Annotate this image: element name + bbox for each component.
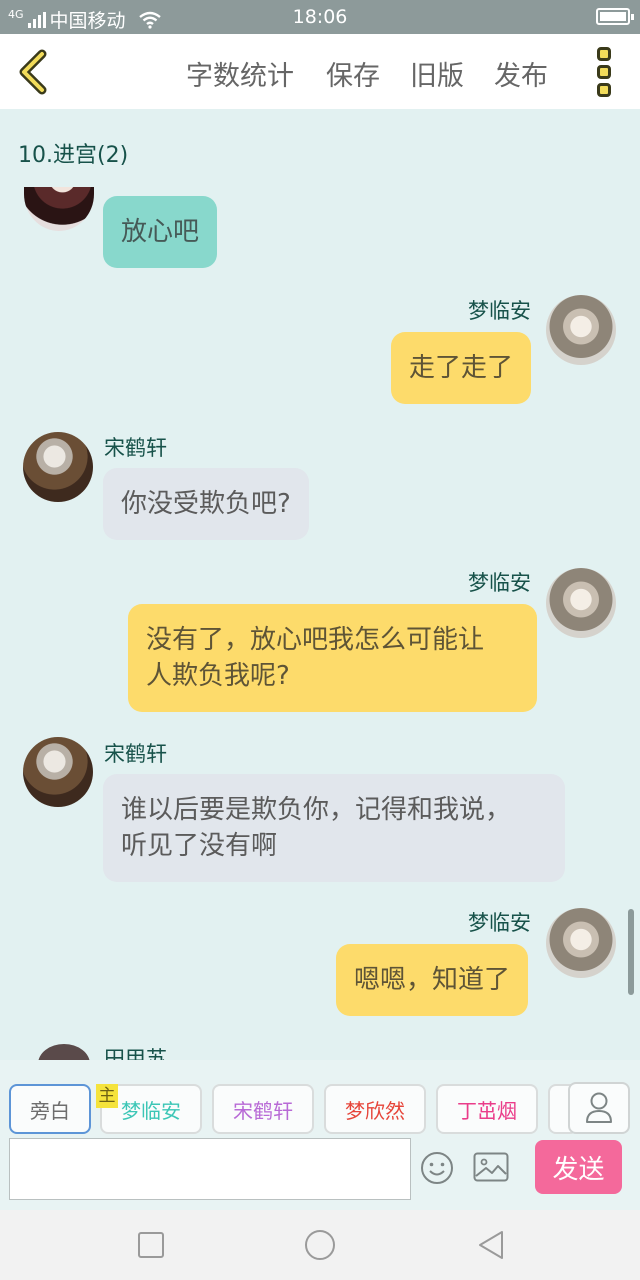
back-icon[interactable]	[474, 1228, 508, 1262]
status-time: 18:06	[292, 6, 348, 28]
avatar[interactable]	[546, 908, 616, 978]
role-chip-mengxinran[interactable]: 梦欣然	[324, 1084, 426, 1134]
message-line: 人欺负我呢?	[146, 661, 290, 691]
publish-button[interactable]: 发布	[494, 54, 548, 93]
save-button[interactable]: 保存	[326, 54, 380, 93]
avatar[interactable]	[546, 568, 616, 638]
sender-name: 梦临安	[468, 911, 531, 935]
manage-roles-button[interactable]	[568, 1082, 630, 1134]
image-icon[interactable]	[473, 1152, 509, 1182]
message-bubble[interactable]: 嗯嗯，知道了	[336, 944, 529, 1016]
system-nav-bar	[0, 1210, 640, 1280]
recent-apps-icon[interactable]	[134, 1228, 168, 1262]
battery-icon	[596, 8, 634, 25]
sender-name: 梦临安	[468, 571, 531, 595]
avatar[interactable]	[23, 432, 93, 502]
avatar[interactable]	[546, 295, 616, 365]
status-bar: 4G 中国移动 18:06	[0, 0, 640, 34]
message-line: 没有了，放心吧我怎么可能让	[146, 625, 485, 655]
chevron-left-icon	[19, 49, 47, 95]
message-input[interactable]	[9, 1138, 411, 1200]
chat-scrollbar[interactable]	[628, 909, 634, 995]
chapter-title: 10.进宫(2)	[18, 143, 129, 168]
message-bubble[interactable]: 你没受欺负吧?	[103, 468, 309, 540]
message-line: 听见了没有啊	[121, 831, 278, 861]
sender-name: 宋鹤轩	[104, 742, 167, 766]
sender-name: 梦临安	[468, 299, 531, 323]
more-vertical-icon[interactable]	[594, 47, 614, 97]
old-version-button[interactable]: 旧版	[410, 54, 464, 93]
message-bubble[interactable]: 走了走了	[391, 332, 532, 404]
avatar[interactable]	[23, 737, 93, 807]
sender-name: 田甲苏	[104, 1047, 167, 1060]
message-bubble[interactable]: 放心吧	[103, 196, 218, 268]
emoji-icon[interactable]	[420, 1151, 454, 1185]
avatar[interactable]	[38, 1044, 90, 1060]
word-count-button[interactable]: 字数统计	[186, 54, 294, 93]
main-role-badge: 主	[96, 1084, 118, 1108]
role-chip-dingzhuoyan[interactable]: 丁茁烟	[436, 1084, 538, 1134]
role-narrator[interactable]: 旁白	[9, 1084, 91, 1134]
chat-area[interactable]: 10.进宫(2) 放心吧 梦临安 走了走了 宋鹤轩 你没受欺负吧? 梦临安 没有…	[0, 109, 640, 1060]
message-bubble[interactable]: 谁以后要是欺负你，记得和我说， 听见了没有啊	[103, 774, 565, 882]
sender-name: 宋鹤轩	[104, 436, 167, 460]
send-button[interactable]: 发送	[535, 1140, 622, 1194]
top-toolbar: 字数统计 保存 旧版 发布	[0, 34, 640, 109]
home-icon[interactable]	[303, 1228, 337, 1262]
message-line: 谁以后要是欺负你，记得和我说，	[121, 795, 512, 825]
role-chip-songhexuan[interactable]: 宋鹤轩	[212, 1084, 314, 1134]
message-bubble[interactable]: 没有了，放心吧我怎么可能让 人欺负我呢?	[128, 604, 537, 712]
person-icon	[586, 1092, 612, 1123]
role-selector-bar: 旁白 梦临安 主 宋鹤轩 梦欣然 丁茁烟 发送	[0, 1060, 640, 1210]
back-button[interactable]	[14, 48, 54, 96]
